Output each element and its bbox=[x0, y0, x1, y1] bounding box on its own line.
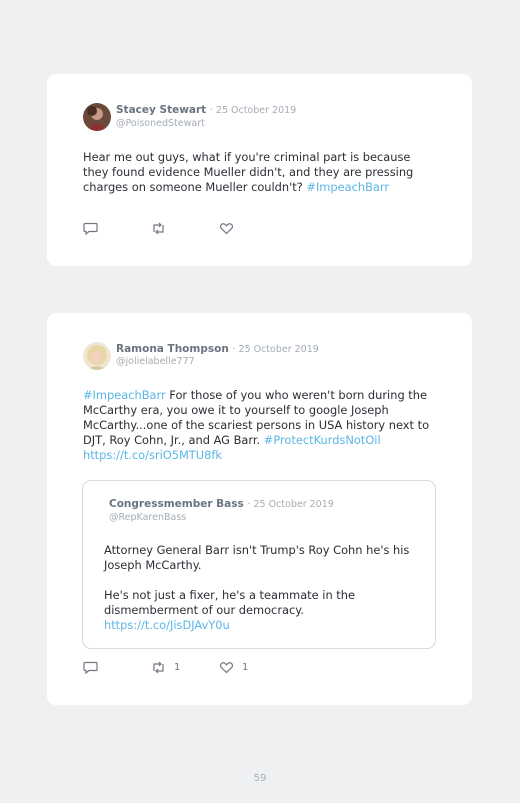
hashtag-link[interactable]: #ImpeachBarr bbox=[306, 180, 389, 194]
author-name[interactable]: Ramona Thompson · 25 October 2019 bbox=[116, 343, 319, 355]
quoted-tweet-url[interactable]: https://t.co/JisDJAvY0u bbox=[104, 618, 230, 632]
reply-button[interactable] bbox=[83, 661, 106, 674]
quoted-tweet[interactable]: Congressmember Bass · 25 October 2019 @R… bbox=[82, 480, 436, 649]
author-handle[interactable]: @PoisonedStewart bbox=[116, 118, 205, 129]
reply-button[interactable] bbox=[83, 222, 106, 235]
reply-icon bbox=[83, 222, 98, 235]
quoted-author-name[interactable]: Congressmember Bass · 25 October 2019 bbox=[109, 498, 334, 510]
quoted-tweet-text: He's not just a fixer, he's a teammate i… bbox=[104, 588, 424, 633]
retweet-button[interactable]: 1 bbox=[151, 661, 180, 674]
quoted-author-label: Congressmember Bass bbox=[109, 498, 244, 510]
quoted-tweet-text: Attorney General Barr isn't Trump's Roy … bbox=[104, 543, 410, 572]
retweet-count: 1 bbox=[174, 662, 181, 673]
tweet-date: · 25 October 2019 bbox=[232, 344, 319, 355]
author-handle[interactable]: @jolielabelle777 bbox=[116, 356, 195, 367]
author-label: Stacey Stewart bbox=[116, 104, 207, 116]
quoted-author-handle[interactable]: @RepKarenBass bbox=[109, 512, 186, 523]
like-button[interactable]: 1 bbox=[219, 661, 248, 674]
tweet-url[interactable]: https://t.co/sriO5MTU8fk bbox=[83, 448, 222, 462]
heart-icon bbox=[219, 223, 234, 235]
like-button[interactable] bbox=[219, 222, 242, 235]
author-label: Ramona Thompson bbox=[116, 343, 229, 355]
retweet-icon bbox=[153, 222, 164, 235]
avatar[interactable] bbox=[83, 342, 111, 370]
hashtag-link[interactable]: #ProtectKurdsNotOil bbox=[264, 433, 381, 447]
hashtag-link[interactable]: #ImpeachBarr bbox=[83, 388, 166, 402]
tweet-card: Stacey Stewart · 25 October 2019 @Poison… bbox=[47, 74, 472, 266]
retweet-button[interactable] bbox=[151, 222, 174, 235]
heart-icon bbox=[219, 662, 234, 674]
tweet-actions: 1 1 bbox=[83, 661, 283, 675]
tweet-date: · 25 October 2019 bbox=[209, 105, 297, 116]
avatar[interactable] bbox=[83, 103, 111, 131]
author-name[interactable]: Stacey Stewart · 25 October 2019 bbox=[116, 104, 296, 116]
quoted-tweet-paragraph: He's not just a fixer, he's a teammate i… bbox=[104, 588, 355, 617]
tweet-card: Ramona Thompson · 25 October 2019 @jolie… bbox=[47, 313, 472, 705]
page-number: 59 bbox=[253, 773, 267, 784]
tweet-text: #ImpeachBarr For those of you who weren'… bbox=[83, 388, 439, 463]
tweet-text: Hear me out guys, what if you're crimina… bbox=[83, 150, 433, 195]
quoted-tweet-date: · 25 October 2019 bbox=[247, 499, 334, 510]
tweet-actions bbox=[83, 222, 283, 236]
like-count: 1 bbox=[242, 662, 249, 673]
reply-icon bbox=[83, 661, 98, 674]
retweet-icon bbox=[153, 661, 164, 674]
